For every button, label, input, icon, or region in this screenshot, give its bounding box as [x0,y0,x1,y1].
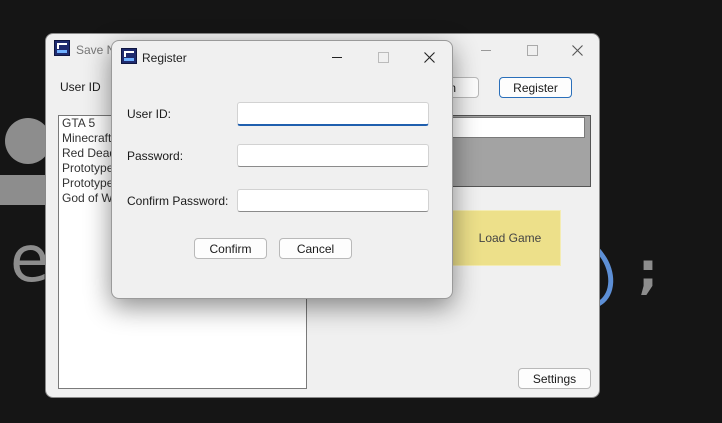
maximize-icon[interactable] [509,34,555,66]
details-field[interactable] [452,117,585,138]
dialog-titlebar[interactable]: Register [112,41,452,73]
app-icon [121,48,137,64]
settings-button[interactable]: Settings [518,368,591,389]
close-icon[interactable] [554,34,600,66]
user-id-label: User ID: [127,107,172,121]
password-label: Password: [127,149,184,163]
register-dialog: Register User ID: Password: Confirm Pass… [111,40,453,299]
user-id-field[interactable] [237,102,429,126]
bg-letter: e [10,223,50,297]
dialog-title: Register [142,51,187,65]
minimize-icon[interactable] [463,34,509,66]
details-panel [451,115,591,187]
bg-bar [0,175,50,205]
cancel-button[interactable]: Cancel [279,238,352,259]
user-id-label: User ID [60,80,101,94]
load-game-label: Load Game [478,231,542,245]
minimize-icon[interactable] [314,41,360,73]
app-icon [54,40,70,56]
maximize-icon[interactable] [360,41,406,73]
confirm-button[interactable]: Confirm [194,238,267,259]
confirm-password-field[interactable] [237,189,429,212]
load-game-button[interactable]: Load Game [451,210,561,266]
main-window-title: Save N [76,43,116,57]
register-button[interactable]: Register [499,77,572,98]
bg-semicolon: ; [638,242,658,300]
password-field[interactable] [237,144,429,167]
close-icon[interactable] [406,41,452,73]
confirm-password-label: Confirm Password: [127,194,229,208]
